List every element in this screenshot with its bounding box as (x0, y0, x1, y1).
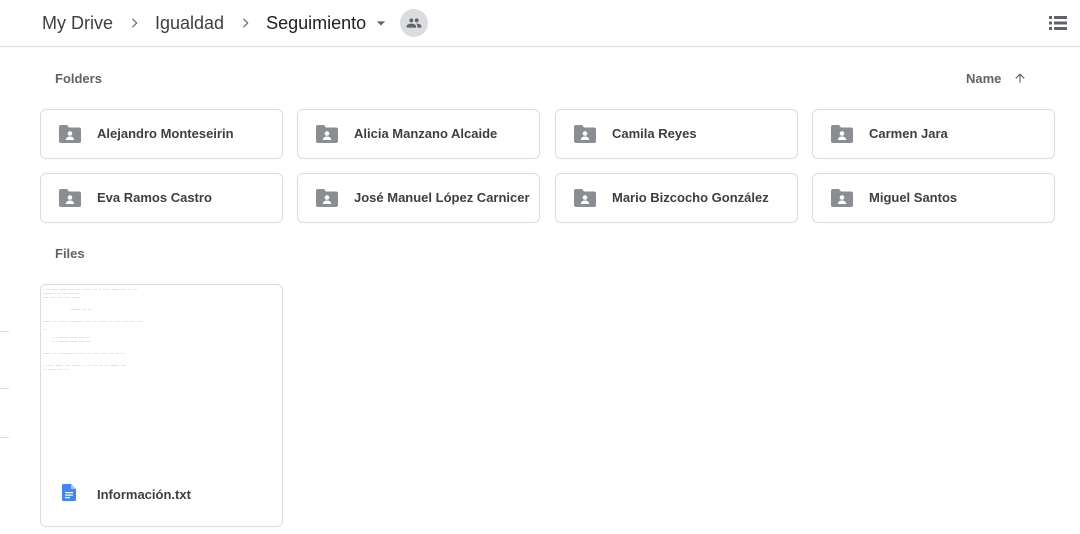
file-name: Información.txt (97, 487, 191, 502)
folder-card[interactable]: Carmen Jara (812, 109, 1055, 159)
file-card[interactable]: — —— ——— ———— ——— ——— ———— ——— — ———— ——… (40, 284, 283, 527)
folder-name: Eva Ramos Castro (97, 190, 212, 205)
shared-folder-icon (316, 124, 338, 144)
sort-by-name-button[interactable]: Name (966, 69, 1028, 87)
drive-header: My Drive Igualdad Seguimiento (0, 0, 1080, 47)
shared-folder-icon (574, 124, 596, 144)
breadcrumb: My Drive Igualdad Seguimiento (42, 8, 429, 38)
shared-folder-icon (574, 188, 596, 208)
folder-name: Alejandro Monteseirin (97, 126, 234, 141)
folder-card[interactable]: José Manuel López Carnicer (297, 173, 540, 223)
folder-card[interactable]: Alicia Manzano Alcaide (297, 109, 540, 159)
folders-section-title: Folders (55, 71, 102, 86)
edge-divider (0, 331, 9, 332)
chevron-right-icon (233, 11, 257, 35)
shared-folder-icon (316, 188, 338, 208)
folder-name: Alicia Manzano Alcaide (354, 126, 498, 141)
sort-label: Name (966, 70, 1002, 86)
edge-divider (0, 437, 9, 438)
folder-name: Camila Reyes (612, 126, 697, 141)
people-icon[interactable] (400, 9, 429, 37)
files-section-title: Files (55, 246, 85, 261)
arrow-drop-down-icon[interactable] (371, 13, 391, 33)
shared-folder-icon (831, 124, 853, 144)
edge-divider (0, 388, 9, 389)
folder-card[interactable]: Mario Bizcocho González (555, 173, 798, 223)
docs-file-icon (62, 484, 78, 502)
file-thumbnail: — —— ——— ———— ——— ——— ———— ——— — ———— ——… (43, 287, 143, 371)
list-view-icon[interactable] (1046, 12, 1070, 34)
folder-card[interactable]: Alejandro Monteseirin (40, 109, 283, 159)
folder-card[interactable]: Miguel Santos (812, 173, 1055, 223)
shared-folder-icon (831, 188, 853, 208)
folder-name: Miguel Santos (869, 190, 958, 205)
shared-folder-icon (59, 188, 81, 208)
left-panel-edge (0, 0, 10, 534)
folder-name: Carmen Jara (869, 126, 948, 141)
folder-card[interactable]: Camila Reyes (555, 109, 798, 159)
breadcrumb-my-drive[interactable]: My Drive (42, 13, 113, 34)
file-footer: Información.txt (41, 475, 282, 526)
chevron-right-icon (122, 11, 146, 35)
arrow-upward-icon[interactable] (1012, 70, 1028, 86)
shared-folder-icon (59, 124, 81, 144)
breadcrumb-current-folder[interactable]: Seguimiento (266, 13, 366, 34)
breadcrumb-igualdad[interactable]: Igualdad (155, 13, 224, 34)
folder-card[interactable]: Eva Ramos Castro (40, 173, 283, 223)
folder-name: José Manuel López Carnicer (354, 190, 530, 205)
folder-name: Mario Bizcocho González (612, 190, 769, 205)
